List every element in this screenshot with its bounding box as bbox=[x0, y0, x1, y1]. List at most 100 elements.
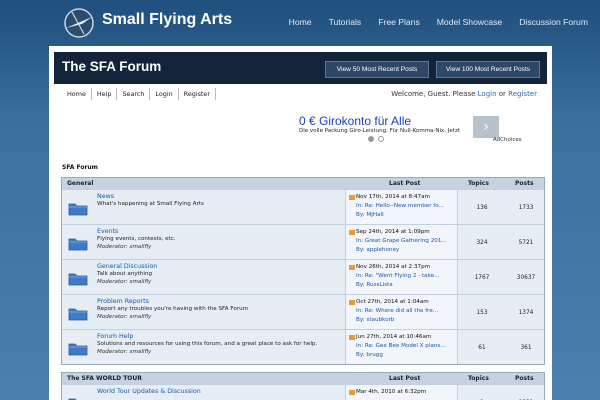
subnav-search[interactable]: Search bbox=[117, 88, 151, 100]
board-moderator[interactable]: Moderator: smallfly bbox=[97, 244, 151, 250]
login-link[interactable]: Login bbox=[478, 90, 497, 98]
header-posts: Posts bbox=[515, 180, 534, 187]
topics-count: 324 bbox=[476, 240, 488, 246]
register-link[interactable]: Register bbox=[508, 90, 537, 98]
subnav-help[interactable]: Help bbox=[92, 88, 118, 100]
topics-count: 61 bbox=[478, 345, 486, 351]
posts-count: 1374 bbox=[518, 310, 534, 316]
board-name[interactable]: General Discussion bbox=[97, 263, 157, 270]
posts-count: 361 bbox=[520, 345, 532, 351]
last-post-author[interactable]: By: RussLista bbox=[356, 281, 457, 290]
last-post-cell: Sep 24th, 2014 at 1:09pm In: Great Grape… bbox=[345, 225, 458, 259]
board-description: Talk about anything bbox=[97, 271, 153, 277]
ad-subtitle[interactable]: Die volle Packung Giro-Leistung. Für Nul… bbox=[299, 128, 460, 134]
tour-table-header: The SFA WORLD TOUR Last Post Topics Post… bbox=[62, 373, 544, 384]
board-moderator[interactable]: Moderator: smallfly bbox=[97, 279, 151, 285]
breadcrumb[interactable]: SFA Forum bbox=[62, 164, 98, 171]
last-post-date: Jun 27th, 2014 at 10:46am bbox=[356, 334, 432, 340]
last-post-cell: Mar 4th, 2010 at 6:32pm bbox=[345, 385, 458, 400]
posts-count: 1733 bbox=[518, 205, 534, 211]
logo-icon[interactable] bbox=[62, 6, 96, 40]
posts-count: 5721 bbox=[518, 240, 534, 246]
top-bar: Small Flying Arts Home Tutorials Free Pl… bbox=[0, 0, 600, 46]
topnav-model-showcase[interactable]: Model Showcase bbox=[437, 17, 502, 27]
site-title[interactable]: Small Flying Arts bbox=[102, 11, 232, 29]
last-post-link[interactable]: In: Re: Hello--New member fo... bbox=[356, 202, 457, 211]
board-moderator[interactable]: Moderator: smallfly bbox=[97, 349, 151, 355]
ad-dot-2[interactable] bbox=[378, 136, 384, 142]
board-description: Flying events, contests, etc. bbox=[97, 236, 176, 242]
last-post-link[interactable]: In: Re: "Went Flying 2 - take... bbox=[356, 272, 457, 281]
last-post-author[interactable]: By: brugg bbox=[356, 351, 457, 360]
last-post-cell: Jun 27th, 2014 at 10:46am In: Re: Gee Be… bbox=[345, 330, 458, 364]
category-name[interactable]: The SFA WORLD TOUR bbox=[67, 375, 142, 382]
board-row: General Discussion Talk about anything M… bbox=[62, 259, 544, 294]
topics-count: 136 bbox=[476, 205, 488, 211]
board-description: Solutions and resources for using this f… bbox=[97, 341, 318, 347]
last-post-cell: Nov 26th, 2014 at 2:37pm In: Re: "Went F… bbox=[345, 260, 458, 294]
subnav-home[interactable]: Home bbox=[62, 88, 92, 100]
ad-carousel-dots bbox=[368, 136, 384, 142]
board-name[interactable]: News bbox=[97, 193, 114, 200]
category-name[interactable]: General bbox=[67, 180, 93, 187]
subnav-register[interactable]: Register bbox=[179, 88, 216, 100]
topics-count: 153 bbox=[476, 310, 488, 316]
last-post-date: Mar 4th, 2010 at 6:32pm bbox=[356, 389, 427, 395]
header-last-post: Last Post bbox=[389, 375, 421, 382]
header-posts: Posts bbox=[515, 375, 534, 382]
last-post-author[interactable]: By: MJHall bbox=[356, 211, 457, 220]
board-row: Forum Help Solutions and resources for u… bbox=[62, 329, 544, 364]
post-icon bbox=[349, 265, 355, 270]
post-icon bbox=[349, 230, 355, 235]
topnav-free-plans[interactable]: Free Plans bbox=[378, 17, 420, 27]
last-post-cell: Oct 27th, 2014 at 1:04am In: Re: Where d… bbox=[345, 295, 458, 329]
board-row: Events Flying events, contests, etc. Mod… bbox=[62, 224, 544, 259]
board-description: Report any troubles you're having with t… bbox=[97, 306, 249, 312]
last-post-date: Nov 17th, 2014 at 8:47am bbox=[356, 194, 430, 200]
board-moderator[interactable]: Moderator: smallfly bbox=[97, 314, 151, 320]
top-nav: Home Tutorials Free Plans Model Showcase… bbox=[289, 17, 588, 27]
ad-dot-1[interactable] bbox=[368, 136, 374, 142]
folder-icon[interactable] bbox=[68, 201, 88, 216]
welcome-message: Welcome, Guest. Please Login or Register bbox=[391, 90, 537, 98]
folder-icon[interactable] bbox=[68, 341, 88, 356]
folder-icon[interactable] bbox=[68, 396, 88, 400]
last-post-date: Nov 26th, 2014 at 2:37pm bbox=[356, 264, 431, 270]
last-post-author[interactable]: By: staubkorb bbox=[356, 316, 457, 325]
board-row: Problem Reports Report any troubles you'… bbox=[62, 294, 544, 329]
last-post-link[interactable]: In: Great Grape Gathering 201... bbox=[356, 237, 457, 246]
last-post-link[interactable]: In: Re: Gee Bee Model X plans... bbox=[356, 342, 457, 351]
topnav-discussion-forum[interactable]: Discussion Forum bbox=[519, 17, 588, 27]
board-name[interactable]: World Tour Updates & Discussion bbox=[97, 388, 201, 395]
board-row: News What's happening at Small Flying Ar… bbox=[62, 189, 544, 224]
world-tour-board-table: The SFA WORLD TOUR Last Post Topics Post… bbox=[61, 372, 545, 400]
board-row: World Tour Updates & Discussion Mar 4th,… bbox=[62, 384, 544, 400]
forum-panel: The SFA Forum View 50 Most Recent Posts … bbox=[49, 46, 552, 400]
subnav-login[interactable]: Login bbox=[150, 88, 179, 100]
folder-icon[interactable] bbox=[68, 271, 88, 286]
topics-count: 1767 bbox=[474, 275, 490, 281]
post-icon bbox=[349, 335, 355, 340]
forum-subnav: Home Help Search Login Register bbox=[62, 88, 216, 100]
ad-next-arrow-icon[interactable]: › bbox=[473, 116, 499, 138]
folder-icon[interactable] bbox=[68, 236, 88, 251]
folder-icon[interactable] bbox=[68, 306, 88, 321]
post-icon bbox=[349, 195, 355, 200]
topnav-home[interactable]: Home bbox=[289, 17, 312, 27]
general-table-header: General Last Post Topics Posts bbox=[62, 178, 544, 189]
last-post-link[interactable]: In: Re: Where did all the fre... bbox=[356, 307, 457, 316]
topnav-tutorials[interactable]: Tutorials bbox=[329, 17, 362, 27]
board-name[interactable]: Forum Help bbox=[97, 333, 133, 340]
board-description: What's happening at Small Flying Arts bbox=[97, 201, 204, 207]
ad-title[interactable]: 0 € Girokonto für Alle bbox=[299, 114, 411, 128]
board-name[interactable]: Problem Reports bbox=[97, 298, 149, 305]
view-50-recent-button[interactable]: View 50 Most Recent Posts bbox=[325, 61, 429, 78]
board-name[interactable]: Events bbox=[97, 228, 118, 235]
view-100-recent-button[interactable]: View 100 Most Recent Posts bbox=[436, 61, 540, 78]
header-last-post: Last Post bbox=[389, 180, 421, 187]
header-topics: Topics bbox=[468, 180, 489, 187]
last-post-date: Oct 27th, 2014 at 1:04am bbox=[356, 299, 429, 305]
ad-choices[interactable]: AdChoices bbox=[493, 137, 522, 143]
last-post-author[interactable]: By: applehoney bbox=[356, 246, 457, 255]
post-icon bbox=[349, 390, 355, 395]
